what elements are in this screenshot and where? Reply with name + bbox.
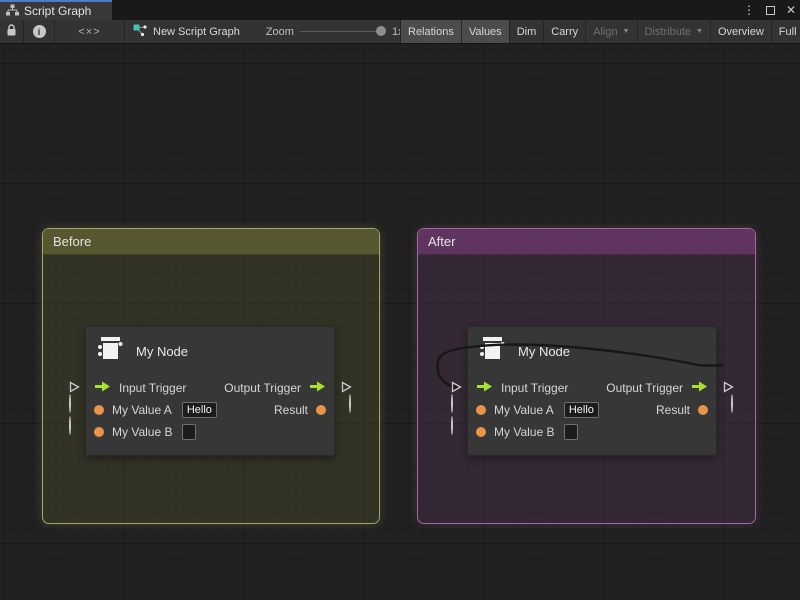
value-b-input[interactable] xyxy=(564,424,578,440)
node-body[interactable]: My Node Input Trigger Output Trigger xyxy=(85,326,335,456)
toolbar: i <×> New Script Graph Zoom 1x xyxy=(0,20,800,44)
zoom-label: Zoom xyxy=(266,26,294,38)
info-button[interactable]: i xyxy=(24,20,55,43)
port-label: My Value B xyxy=(494,425,554,439)
script-graph-icon xyxy=(133,24,147,40)
port-label: My Value B xyxy=(112,425,172,439)
value-a-input[interactable]: Hello xyxy=(564,402,599,418)
port-label: My Value A xyxy=(112,403,172,417)
graph-name-label: New Script Graph xyxy=(153,26,240,38)
toolbar-buttons: Relations Values Dim Carry Align ▼ Distr… xyxy=(400,20,800,43)
value-in-port[interactable] xyxy=(94,405,104,415)
port-label: Output Trigger xyxy=(224,381,301,395)
group-label: After xyxy=(428,234,455,249)
group-label: Before xyxy=(53,234,91,249)
lock-button[interactable] xyxy=(0,20,24,43)
relations-button[interactable]: Relations xyxy=(401,20,462,43)
distribute-dropdown[interactable]: Distribute ▼ xyxy=(638,20,711,43)
external-trigger-out[interactable] xyxy=(722,381,734,393)
lock-icon xyxy=(6,24,17,40)
value-in-port[interactable] xyxy=(476,427,486,437)
node-body[interactable]: My Node Input Trigger Output Trigger xyxy=(467,326,717,456)
zoom-slider[interactable] xyxy=(300,31,384,32)
graph-breadcrumb[interactable]: New Script Graph xyxy=(133,24,240,40)
chevron-down-icon: ▼ xyxy=(696,28,703,35)
port-label: Result xyxy=(274,403,308,417)
value-b-input[interactable] xyxy=(182,424,196,440)
trigger-out-port[interactable] xyxy=(691,381,708,395)
value-in-port[interactable] xyxy=(94,427,104,437)
unit-icon xyxy=(96,336,125,366)
more-menu-icon[interactable]: ⋮ xyxy=(743,3,755,17)
code-icon: <×> xyxy=(78,26,100,38)
node-my-node-after[interactable]: My Node Input Trigger Output Trigger xyxy=(467,326,717,456)
value-a-input[interactable]: Hello xyxy=(182,402,217,418)
graph-hierarchy-icon xyxy=(6,4,19,19)
align-dropdown[interactable]: Align ▼ xyxy=(586,20,637,43)
external-trigger-in[interactable] xyxy=(450,381,462,393)
trigger-in-port[interactable] xyxy=(476,381,493,395)
node-title: My Node xyxy=(518,344,570,359)
group-after-header[interactable]: After xyxy=(418,229,755,255)
value-out-port[interactable] xyxy=(316,405,326,415)
port-label: Input Trigger xyxy=(501,381,568,395)
trigger-in-port[interactable] xyxy=(94,381,111,395)
port-label: Result xyxy=(656,403,690,417)
value-out-port[interactable] xyxy=(698,405,708,415)
unit-icon xyxy=(478,336,507,366)
node-my-node-before[interactable]: My Node Input Trigger Output Trigger xyxy=(85,326,335,456)
port-label: Input Trigger xyxy=(119,381,186,395)
port-label: Output Trigger xyxy=(606,381,683,395)
full-screen-button[interactable]: Full Scr xyxy=(772,20,800,43)
code-view-button[interactable]: <×> xyxy=(55,20,125,43)
info-icon: i xyxy=(33,25,46,38)
tab-title: Script Graph xyxy=(24,4,91,18)
trigger-out-port[interactable] xyxy=(309,381,326,395)
values-button[interactable]: Values xyxy=(462,20,510,43)
maximize-icon[interactable] xyxy=(766,6,775,15)
zoom-control: Zoom 1x xyxy=(266,26,404,38)
zoom-slider-knob[interactable] xyxy=(376,26,386,36)
chevron-down-icon: ▼ xyxy=(623,28,630,35)
close-icon[interactable]: ✕ xyxy=(786,3,796,17)
external-trigger-out[interactable] xyxy=(340,381,352,393)
graph-canvas[interactable]: Before After My Node xyxy=(0,44,800,600)
overview-button[interactable]: Overview xyxy=(711,20,772,43)
dim-button[interactable]: Dim xyxy=(510,20,545,43)
titlebar: Script Graph ⋮ ✕ xyxy=(0,0,800,20)
value-in-port[interactable] xyxy=(476,405,486,415)
node-title: My Node xyxy=(136,344,188,359)
group-before-header[interactable]: Before xyxy=(43,229,379,255)
port-label: My Value A xyxy=(494,403,554,417)
carry-button[interactable]: Carry xyxy=(544,20,586,43)
tab-script-graph[interactable]: Script Graph xyxy=(0,0,112,20)
external-trigger-in[interactable] xyxy=(68,381,80,393)
